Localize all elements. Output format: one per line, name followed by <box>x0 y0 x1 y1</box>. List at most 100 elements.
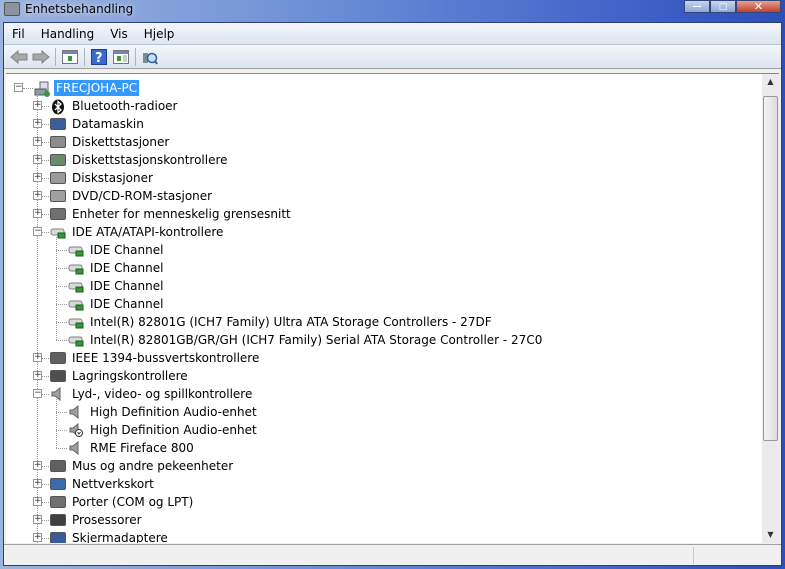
collapse-toggle[interactable]: − <box>33 389 42 398</box>
ide-controller-icon <box>50 225 66 239</box>
tree-connector <box>42 358 49 359</box>
expand-toggle[interactable]: + <box>33 191 42 200</box>
tree-category[interactable]: Mus og andre pekeenheter <box>50 457 235 475</box>
collapse-toggle[interactable]: − <box>33 227 42 236</box>
disk-drive-icon <box>50 172 66 184</box>
menu-vis[interactable]: Vis <box>102 27 136 41</box>
expand-toggle[interactable]: + <box>33 479 42 488</box>
tree-connector <box>56 430 67 431</box>
tree-device[interactable]: IDE Channel <box>68 241 165 259</box>
tree-item-label: IDE ATA/ATAPI-kontrollere <box>72 225 224 239</box>
tree-category[interactable]: Datamaskin <box>50 115 146 133</box>
forward-icon[interactable] <box>30 47 52 67</box>
tree-connector <box>56 304 67 305</box>
expand-toggle[interactable]: + <box>33 515 42 524</box>
minimize-button[interactable]: — <box>684 0 710 13</box>
tree-device[interactable]: IDE Channel <box>68 277 165 295</box>
scroll-up-button[interactable]: ▲ <box>762 74 779 90</box>
collapse-toggle[interactable]: − <box>14 83 23 92</box>
expand-toggle[interactable]: + <box>33 353 42 362</box>
tree-item-label: Lagringskontrollere <box>72 369 188 383</box>
tree-connector <box>56 286 67 287</box>
tree-category[interactable]: Bluetooth-radioer <box>50 97 179 115</box>
tree-category[interactable]: Diskstasjoner <box>50 169 155 187</box>
expand-toggle[interactable]: + <box>33 209 42 218</box>
tree-item-label: IDE Channel <box>90 279 164 293</box>
ide-channel-icon <box>68 243 84 257</box>
menu-fil[interactable]: Fil <box>4 27 33 41</box>
tree-root[interactable]: FRECJOHA-PC <box>34 79 140 97</box>
tree-item-label: Porter (COM og LPT) <box>72 495 194 509</box>
title-bar[interactable]: Enhetsbehandling — □ ✕ <box>0 0 785 22</box>
device-manager-icon <box>4 2 20 16</box>
expand-toggle[interactable]: + <box>33 137 42 146</box>
tree-category[interactable]: IEEE 1394-bussvertskontrollere <box>50 349 261 367</box>
tree-device[interactable]: IDE Channel <box>68 295 165 313</box>
tree-category[interactable]: IDE ATA/ATAPI-kontrollere <box>50 223 225 241</box>
tree-item-label: IDE Channel <box>90 261 164 275</box>
expand-toggle[interactable]: + <box>33 497 42 506</box>
ide-channel-icon <box>68 261 84 275</box>
scan-hardware-icon[interactable] <box>139 47 161 67</box>
speaker-disabled-icon <box>68 422 84 438</box>
port-icon <box>50 496 66 508</box>
scrollbar-thumb[interactable] <box>763 96 778 441</box>
tree-category[interactable]: Diskettstasjoner <box>50 133 171 151</box>
help-icon[interactable]: ? <box>88 47 110 67</box>
speaker-icon <box>50 386 66 402</box>
tree-item-label: RME Fireface 800 <box>90 441 194 455</box>
expand-toggle[interactable]: + <box>33 119 42 128</box>
show-hide-console-tree-icon[interactable] <box>59 47 81 67</box>
scroll-down-button[interactable]: ▼ <box>762 527 779 543</box>
tree-connector <box>42 106 49 107</box>
tree-connector <box>42 520 49 521</box>
bluetooth-icon <box>50 99 66 115</box>
tree-category[interactable]: Enheter for menneskelig grensesnitt <box>50 205 293 223</box>
menu-hjelp[interactable]: Hjelp <box>136 27 183 41</box>
tree-category[interactable]: Prosessorer <box>50 511 144 529</box>
ide-channel-icon <box>68 333 84 347</box>
tree-item-label: IEEE 1394-bussvertskontrollere <box>72 351 260 365</box>
tree-item-label: Intel(R) 82801G (ICH7 Family) Ultra ATA … <box>90 315 492 329</box>
expand-toggle[interactable]: + <box>33 533 42 542</box>
tree-device[interactable]: IDE Channel <box>68 259 165 277</box>
expand-toggle[interactable]: + <box>33 155 42 164</box>
storage-controller-icon <box>50 370 66 382</box>
tree-item-label: DVD/CD-ROM-stasjoner <box>72 189 213 203</box>
maximize-button[interactable]: □ <box>710 0 736 13</box>
back-icon[interactable] <box>8 47 30 67</box>
show-action-pane-icon[interactable] <box>110 47 132 67</box>
expand-toggle[interactable]: + <box>33 173 42 182</box>
tree-category[interactable]: Skjermadaptere <box>50 529 170 543</box>
menu-handling[interactable]: Handling <box>33 27 103 41</box>
tree-device[interactable]: High Definition Audio-enhet <box>68 403 259 421</box>
vertical-scrollbar[interactable]: ▲ ▼ <box>762 73 779 543</box>
tree-category[interactable]: Porter (COM og LPT) <box>50 493 195 511</box>
mouse-icon <box>50 460 66 472</box>
tree-connector <box>56 340 67 341</box>
tree-device[interactable]: Intel(R) 82801GB/GR/GH (ICH7 Family) Ser… <box>68 331 544 349</box>
tree-category[interactable]: Nettverkskort <box>50 475 156 493</box>
tree-category[interactable]: DVD/CD-ROM-stasjoner <box>50 187 214 205</box>
device-tree: FRECJOHA-PC − Bluetooth-radioer + Datamaskin… <box>6 73 762 543</box>
tree-item-label: IDE Channel <box>90 243 164 257</box>
menu-bar: Fil Handling Vis Hjelp <box>4 23 781 45</box>
tree-device[interactable]: High Definition Audio-enhet <box>68 421 259 439</box>
expand-toggle[interactable]: + <box>33 461 42 470</box>
tree-connector <box>56 268 67 269</box>
tree-category[interactable]: Diskettstasjonskontrollere <box>50 151 230 169</box>
expand-toggle[interactable]: + <box>33 101 42 110</box>
tree-category[interactable]: Lyd-, video- og spillkontrollere <box>50 385 254 403</box>
tree-item-label: High Definition Audio-enhet <box>90 423 257 437</box>
tree-device[interactable]: Intel(R) 82801G (ICH7 Family) Ultra ATA … <box>68 313 494 331</box>
tree-device[interactable]: RME Fireface 800 <box>68 439 196 457</box>
tree-item-label: Mus og andre pekeenheter <box>72 459 234 473</box>
tree-category[interactable]: Lagringskontrollere <box>50 367 190 385</box>
display-adapter-icon <box>50 532 66 543</box>
ide-channel-icon <box>68 297 84 311</box>
tree-connector <box>56 250 67 251</box>
tree-connector <box>42 160 49 161</box>
expand-toggle[interactable]: + <box>33 371 42 380</box>
close-button[interactable]: ✕ <box>736 0 781 13</box>
tree-item-label: Bluetooth-radioer <box>72 99 178 113</box>
